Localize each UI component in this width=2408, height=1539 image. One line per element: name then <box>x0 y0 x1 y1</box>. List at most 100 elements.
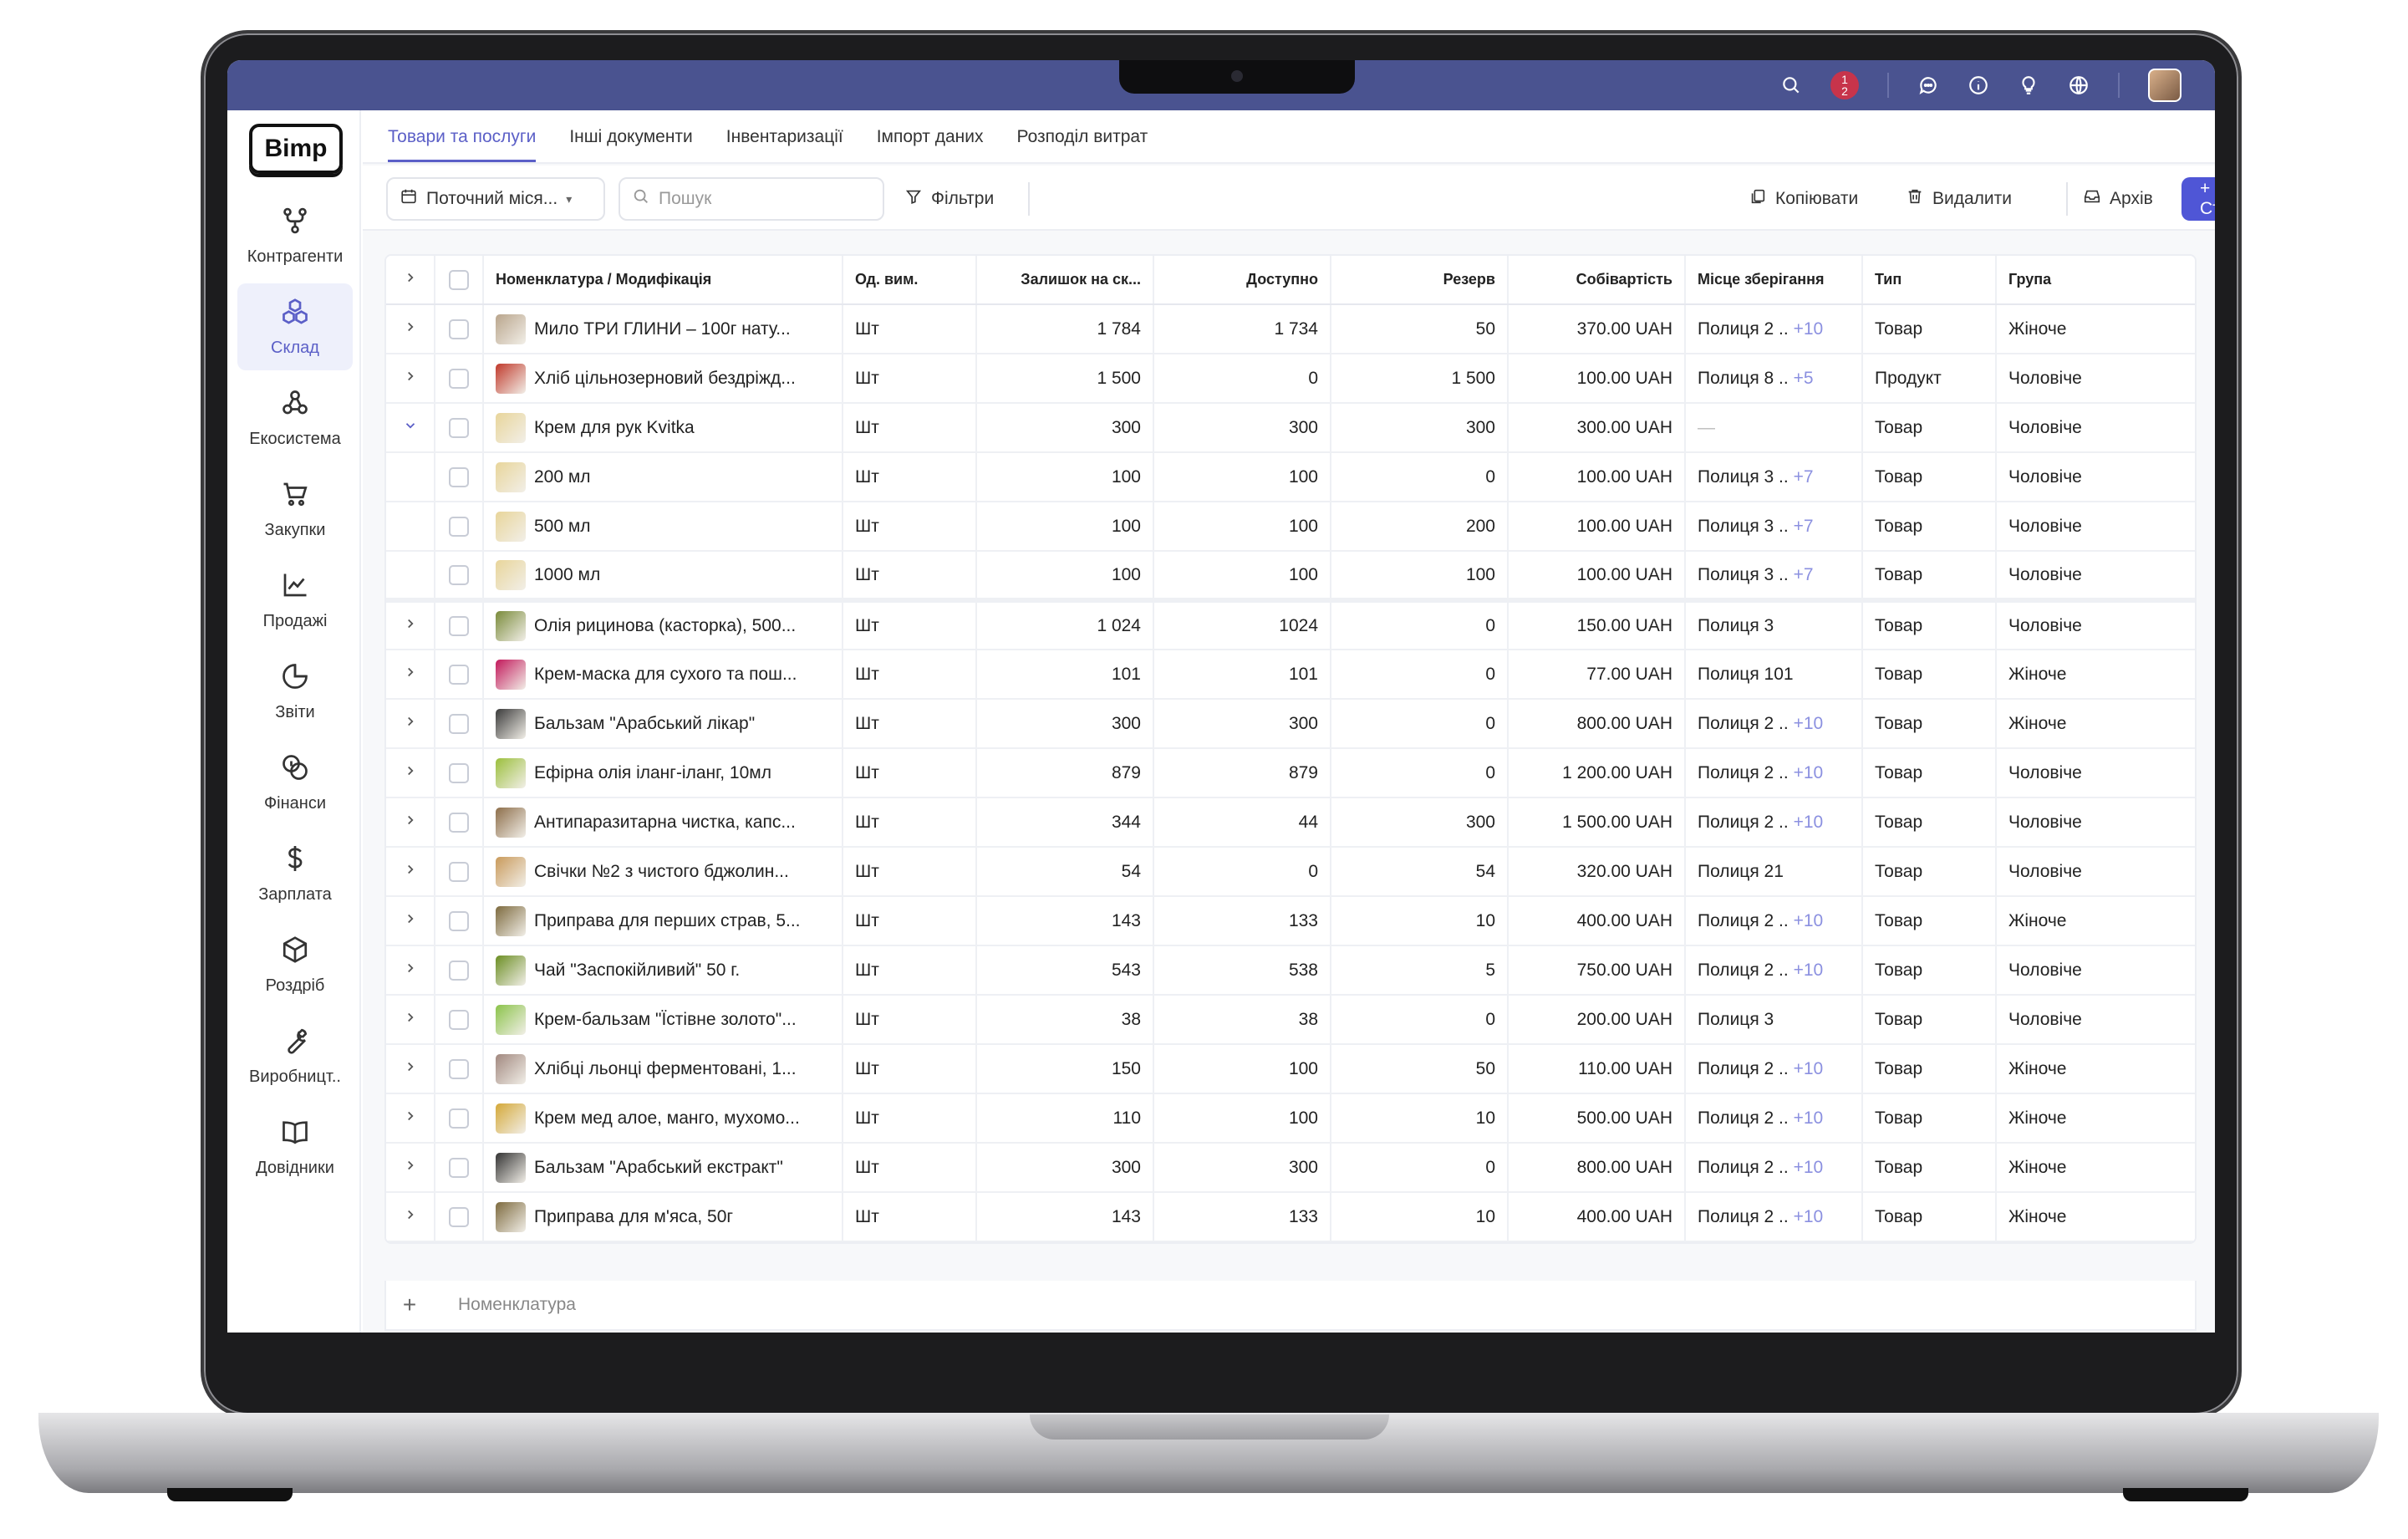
search-input[interactable]: Пошук <box>659 189 711 209</box>
column-header-available[interactable]: Доступно <box>1153 256 1331 305</box>
cell-name[interactable]: Крем для рук Kvitka <box>483 403 843 453</box>
sidebar-item-sales[interactable]: Продажі <box>237 557 353 644</box>
checkbox[interactable] <box>449 368 469 389</box>
chevron-right-icon[interactable] <box>403 1108 418 1128</box>
row-checkbox-cell[interactable] <box>435 650 484 700</box>
row-checkbox-cell[interactable] <box>435 403 484 453</box>
cell-name[interactable]: Мило ТРИ ГЛИНИ – 100г нату... <box>483 304 843 354</box>
table-row[interactable]: Мило ТРИ ГЛИНИ – 100г нату... Шт 1 784 1 73… <box>386 304 2195 354</box>
location-more[interactable]: +10 <box>1794 763 1824 782</box>
row-expand-toggle[interactable] <box>386 945 435 996</box>
notification-badge[interactable]: 12 <box>1830 71 1859 99</box>
archive-button[interactable]: Архів <box>2083 177 2153 221</box>
table-row[interactable]: Свічки №2 з чистого бджолин... Шт 54 0 54 320… <box>386 847 2195 897</box>
table-row[interactable]: Крем-бальзам "Їстівне золото"... Шт 38 38 0 2… <box>386 995 2195 1045</box>
row-expand-toggle[interactable] <box>386 896 435 946</box>
cell-name[interactable]: Приправа для перших страв, 5... <box>483 896 843 946</box>
column-header-location[interactable]: Місце зберігання <box>1685 256 1863 305</box>
product-name[interactable]: 500 мл <box>534 517 591 536</box>
sidebar-item-salary[interactable]: Зарплата <box>237 830 353 917</box>
checkbox[interactable] <box>449 664 469 685</box>
checkbox[interactable] <box>449 960 469 981</box>
sidebar-item-purchases[interactable]: Закупки <box>237 466 353 553</box>
product-name[interactable]: Свічки №2 з чистого бджолин... <box>534 862 789 881</box>
row-checkbox-cell[interactable] <box>435 502 484 552</box>
chevron-right-icon[interactable] <box>403 1010 418 1029</box>
checkbox[interactable] <box>449 861 469 882</box>
row-expand-toggle[interactable] <box>386 847 435 897</box>
expand-all-toggle[interactable] <box>386 256 435 305</box>
chevron-right-icon[interactable] <box>403 319 418 339</box>
tab-data-import[interactable]: Імпорт даних <box>877 127 984 162</box>
row-expand-toggle[interactable] <box>386 1192 435 1242</box>
lightbulb-icon[interactable] <box>2018 74 2039 96</box>
row-expand-toggle[interactable] <box>386 699 435 749</box>
table-row-modification[interactable]: 1000 мл Шт 100 100 100 100.00 UAH Полиця 3 .. … <box>386 551 2195 603</box>
row-expand-toggle[interactable] <box>386 1044 435 1094</box>
column-header-group[interactable]: Група <box>1996 256 2195 305</box>
row-checkbox-cell[interactable] <box>435 551 484 603</box>
chevron-right-icon[interactable] <box>403 1059 418 1078</box>
checkbox[interactable] <box>449 812 469 833</box>
location-more[interactable]: +10 <box>1794 319 1824 339</box>
cell-name[interactable]: Крем-бальзам "Їстівне золото"... <box>483 995 843 1045</box>
table-row[interactable]: Бальзам "Арабський екстракт" Шт 300 300 0 800… <box>386 1143 2195 1193</box>
product-name[interactable]: 1000 мл <box>534 565 600 584</box>
row-expand-toggle[interactable] <box>386 354 435 404</box>
column-header-cost[interactable]: Собівартість <box>1508 256 1686 305</box>
row-checkbox-cell[interactable] <box>435 452 484 502</box>
product-name[interactable]: Антипаразитарна чистка, капс... <box>534 813 796 832</box>
column-header-type[interactable]: Тип <box>1862 256 1997 305</box>
checkbox[interactable] <box>449 615 469 636</box>
product-name[interactable]: Бальзам "Арабський екстракт" <box>534 1158 783 1177</box>
product-name[interactable]: Мило ТРИ ГЛИНИ – 100г нату... <box>534 319 791 339</box>
chevron-right-icon[interactable] <box>403 714 418 733</box>
tab-goods-services[interactable]: Товари та послуги <box>388 127 537 162</box>
chevron-right-icon[interactable] <box>403 1158 418 1177</box>
chevron-right-icon[interactable] <box>403 369 418 388</box>
product-name[interactable]: Приправа для перших страв, 5... <box>534 911 801 930</box>
app-logo[interactable]: Bimp <box>249 124 343 174</box>
table-row[interactable]: Бальзам "Арабський лікар" Шт 300 300 0 800.00… <box>386 699 2195 749</box>
checkbox[interactable] <box>449 1157 469 1178</box>
checkbox[interactable] <box>449 1058 469 1079</box>
search-box[interactable]: Пошук <box>619 177 884 221</box>
sidebar-item-retail[interactable]: Роздріб <box>237 921 353 1008</box>
sidebar-item-finance[interactable]: Фінанси <box>237 739 353 826</box>
select-all-checkbox[interactable] <box>435 256 484 305</box>
product-name[interactable]: Крем для рук Kvitka <box>534 418 695 437</box>
location-more[interactable]: +7 <box>1794 467 1814 487</box>
checkbox[interactable] <box>449 1009 469 1030</box>
table-row[interactable]: Олія рицинова (касторка), 500... Шт 1 024 1… <box>386 600 2195 650</box>
row-collapse-toggle[interactable] <box>386 403 435 453</box>
cell-name[interactable]: Антипаразитарна чистка, капс... <box>483 798 843 848</box>
location-more[interactable]: +10 <box>1794 714 1824 733</box>
checkbox[interactable] <box>449 269 469 290</box>
table-row[interactable]: Приправа для перших страв, 5... Шт 143 133 1… <box>386 896 2195 946</box>
cell-name[interactable]: Бальзам "Арабський екстракт" <box>483 1143 843 1193</box>
row-expand-toggle[interactable] <box>386 304 435 354</box>
checkbox[interactable] <box>449 1206 469 1227</box>
avatar[interactable] <box>2148 69 2181 102</box>
cell-name[interactable]: 1000 мл <box>483 551 843 603</box>
globe-icon[interactable] <box>2068 74 2090 96</box>
location-more[interactable]: +7 <box>1794 517 1814 536</box>
sidebar-item-directories[interactable]: Довідники <box>237 1103 353 1190</box>
cell-name[interactable]: Ефірна олія іланг-іланг, 10мл <box>483 748 843 798</box>
row-expand-toggle[interactable] <box>386 650 435 700</box>
row-expand-toggle[interactable] <box>386 600 435 650</box>
chevron-right-icon[interactable] <box>403 961 418 980</box>
plus-icon[interactable]: + <box>386 1292 433 1318</box>
cell-name[interactable]: Бальзам "Арабський лікар" <box>483 699 843 749</box>
row-checkbox-cell[interactable] <box>435 995 484 1045</box>
table-row[interactable]: Крем-маска для сухого та пош... Шт 101 101 0… <box>386 650 2195 700</box>
cell-name[interactable]: Крем-маска для сухого та пош... <box>483 650 843 700</box>
tab-other-documents[interactable]: Інші документи <box>569 127 692 162</box>
cell-name[interactable]: Олія рицинова (касторка), 500... <box>483 600 843 650</box>
chevron-right-icon[interactable] <box>403 911 418 930</box>
row-checkbox-cell[interactable] <box>435 1192 484 1242</box>
table-row[interactable]: Ефірна олія іланг-іланг, 10мл Шт 879 879 0 1 … <box>386 748 2195 798</box>
cell-name[interactable]: Чай "Заспокійливий" 50 г. <box>483 945 843 996</box>
checkbox[interactable] <box>449 910 469 931</box>
location-more[interactable]: +10 <box>1794 1108 1824 1128</box>
